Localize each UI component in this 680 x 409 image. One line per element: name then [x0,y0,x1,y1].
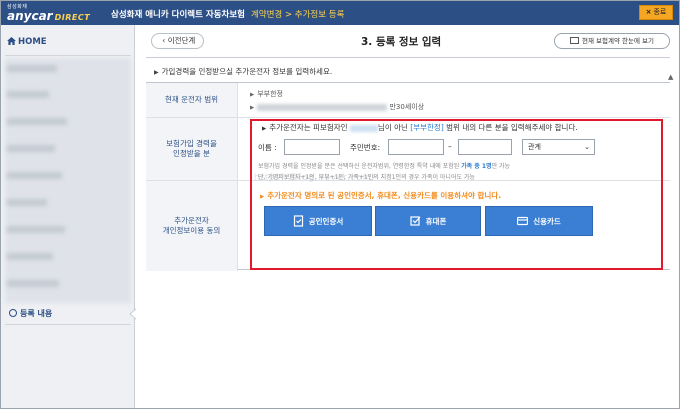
scroll-up-icon[interactable]: ▲ [668,73,673,81]
notice-highlight: [부부한정] [410,123,444,132]
notice-mid: 님이 아닌 [377,123,408,132]
note-1-highlight: 가족 중 1명 [461,163,492,170]
ssn-label: 주민번호: [350,143,381,152]
bullet-icon: ▶ [154,69,159,76]
sidebar-blurred-item [7,65,57,72]
note-1-prefix: 보험가입 경력을 인정받을 분은 선택하신 운전자범위, 연령한정 특약 내에 … [258,163,460,170]
sidebar-blurred-item [7,199,47,206]
prev-step-label: 이전단계 [167,36,196,45]
close-label: 종료 [653,8,667,16]
driver-age-text: ▶ 만30세이상 [250,102,424,112]
row-label-line: 개인정보이용 동의 [162,226,221,235]
header-title: 삼성화재 애니카 다이렉트 자동차보험 계약변경 > 추가정보 등록 [111,8,344,20]
view-contract-button[interactable]: 현재 보험계약 한눈에 보기 [554,33,670,49]
redacted-text [257,103,388,111]
notice-text: ▶ 추가운전자는 피보험자인 님이 아닌 [부부한정] 범위 내의 다른 분을 입… [262,122,578,133]
sidebar-blurred-item [7,280,59,287]
home-icon [7,37,16,45]
note-1-suffix: 만 가능 [491,163,511,170]
cert-auth-label: 공인인증서 [308,216,344,226]
row-label-line: 인정받을 분 [173,149,210,158]
checkbox-icon [410,215,421,227]
notice-prefix: 추가운전자는 피보험자인 [269,123,348,132]
row-label-insurance-history: 보험가입 경력을 인정받을 분 [146,118,238,180]
top-header: 삼성화재 anycar DIRECT 삼성화재 애니카 다이렉트 자동차보험 계약… [1,1,679,25]
watermark: https://blog.naver.com/ [254,173,376,183]
close-button[interactable]: × 종료 [639,5,673,20]
phone-auth-button[interactable]: 휴대폰 [375,206,481,236]
bullet-icon: ▶ [262,126,267,132]
header-title-text: 삼성화재 애니카 다이렉트 자동차보험 [111,10,245,20]
card-auth-button[interactable]: 신용카드 [485,206,593,236]
redacted-name [349,124,378,132]
bullet-icon: ▶ [250,105,255,111]
sidebar-item-label: 등록 내용 [20,309,53,318]
cert-auth-button[interactable]: 공인인증서 [264,206,372,236]
phone-auth-label: 휴대폰 [425,216,447,226]
ssn-separator: – [448,142,452,151]
home-label: HOME [18,37,47,47]
note-1: 보험가입 경력을 인정받을 분은 선택하신 운전자범위, 연령한정 특약 내에 … [258,161,510,170]
relation-value: 관계 [528,143,541,151]
circle-icon [9,309,17,317]
name-label: 이름 : [258,143,277,152]
sidebar-blurred-item [7,145,55,152]
sidebar-blurred-item [7,172,62,179]
logo-brand: anycar [7,9,53,23]
title-divider [146,57,670,58]
row-current-driver: 현재 운전자 범위 ▶ 부부한정 ▶ 만30세이상 [146,83,670,118]
sidebar: HOME 등록 내용 [1,25,137,408]
intro-text: ▶ 가입경력을 인정받으실 추가운전자 정보를 입력하세요. [154,66,332,77]
consent-label: 추가운전자 명의로 된 공인인증서, 휴대폰, 신용카드를 이용하셔야 합니다. [267,191,502,200]
row-label-current-driver: 현재 운전자 범위 [146,83,238,117]
sidebar-blurred-item [7,253,53,260]
driver-scope-text: ▶ 부부한정 [250,89,283,99]
row-label-line: 추가운전자 [174,216,209,225]
ssn-front-input[interactable] [388,139,444,155]
main-content: ‹ 이전단계 3. 등록 정보 입력 현재 보험계약 한눈에 보기 ▲ ▶ 가입경력… [136,25,679,408]
certificate-icon [293,215,304,227]
bullet-icon: ▶ [260,194,265,200]
card-auth-label: 신용카드 [533,216,561,226]
row-label-line: 보험가입 경력을 [166,139,217,148]
row-label-consent: 추가운전자 개인정보이용 동의 [146,181,238,271]
close-icon: × [645,8,652,16]
header-subtitle: 계약변경 > 추가정보 등록 [250,10,345,20]
credit-card-icon [517,215,529,227]
name-input[interactable] [284,139,340,155]
driver-age-value: 만30세이상 [389,103,425,111]
sidebar-blurred-item [7,226,65,233]
view-contract-label: 현재 보험계약 한눈에 보기 [582,37,654,45]
document-icon [570,37,579,44]
chevron-left-icon: ‹ [162,36,166,45]
home-link[interactable]: HOME [7,36,47,47]
brand-logo[interactable]: 삼성화재 anycar DIRECT [7,3,90,24]
bullet-icon: ▶ [250,92,255,98]
page-title: 3. 등록 정보 입력 [361,36,442,48]
driver-scope-value: 부부한정 [257,90,283,98]
intro-label: 가입경력을 인정받으실 추가운전자 정보를 입력하세요. [161,67,333,76]
relation-select[interactable]: 관계 ⌄ [522,139,595,155]
sidebar-divider [5,55,131,56]
ssn-back-input[interactable] [458,139,512,155]
sidebar-blurred-item [7,118,67,125]
sidebar-blurred-item [7,91,49,98]
sidebar-divider [5,324,131,325]
sidebar-item-registration[interactable]: 등록 내용 [9,308,52,319]
notice-suffix: 범위 내의 다른 분을 입력해주세야 합니다. [446,123,578,132]
chevron-down-icon: ⌄ [584,143,590,151]
prev-step-button[interactable]: ‹ 이전단계 [151,33,204,49]
consent-text: ▶ 추가운전자 명의로 된 공인인증서, 휴대폰, 신용카드를 이용하셔야 합니다… [260,190,501,201]
logo-direct: DIRECT [54,13,91,22]
